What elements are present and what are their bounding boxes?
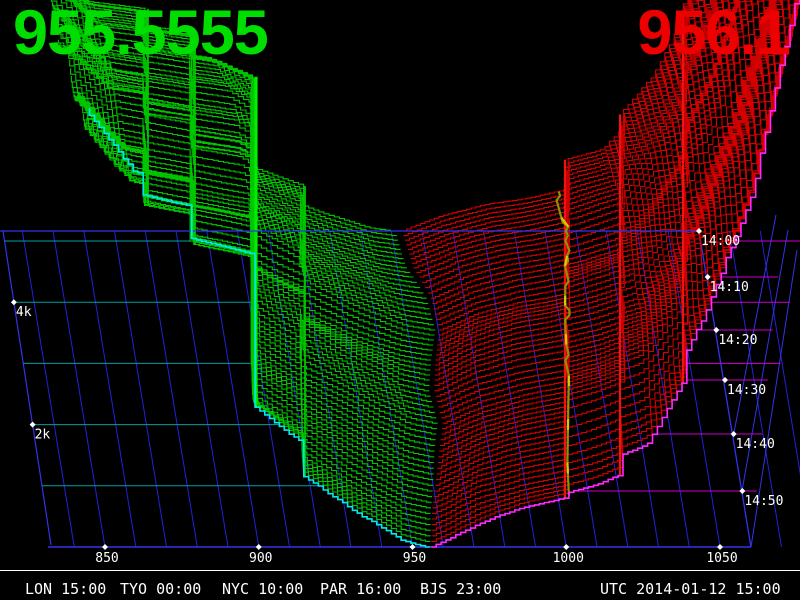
price-tick-label: 1000 (553, 551, 584, 566)
tick-marker-icon (102, 544, 108, 550)
price-tick-label: 950 (403, 551, 426, 566)
price-tick-label: 900 (249, 551, 272, 566)
time-tick-label: 14:00 (701, 234, 740, 249)
best-bid-quote: 955.5555 (13, 2, 268, 65)
time-tick-label: 14:30 (727, 383, 766, 398)
price-tick-label: 1050 (706, 551, 737, 566)
price-tick-label: 850 (95, 551, 118, 566)
best-ask-quote: 956.1 (637, 2, 790, 65)
clock-lon: LON 15:00 (25, 580, 106, 598)
status-bar: LON 15:00 TYO 00:00 NYC 10:00 PAR 16:00 … (0, 570, 800, 600)
app-window: 850 900 950 1000 1050 14:00 14:10 14:20 14:30 14:… (0, 0, 800, 600)
tick-marker-icon (410, 544, 416, 550)
time-tick-label: 14:10 (710, 280, 749, 295)
clock-bjs: BJS 23:00 (420, 580, 501, 598)
tick-marker-icon (563, 544, 569, 550)
clock-tyo: TYO 00:00 (120, 580, 201, 598)
orderbook-3d-chart[interactable]: 850 900 950 1000 1050 14:00 14:10 14:20 14:30 14:… (0, 0, 800, 600)
time-tick-label: 14:50 (744, 494, 783, 509)
time-tick-label: 14:40 (736, 437, 775, 452)
depth-tick-label: 2k (35, 428, 51, 443)
clock-par: PAR 16:00 (320, 580, 401, 598)
clock-nyc: NYC 10:00 (222, 580, 303, 598)
utc-clock: UTC 2014-01-12 15:00 (600, 580, 781, 598)
time-tick-label: 14:20 (718, 333, 757, 348)
tick-marker-icon (717, 544, 723, 550)
depth-tick-label: 4k (16, 305, 32, 320)
tick-marker-icon (256, 544, 262, 550)
